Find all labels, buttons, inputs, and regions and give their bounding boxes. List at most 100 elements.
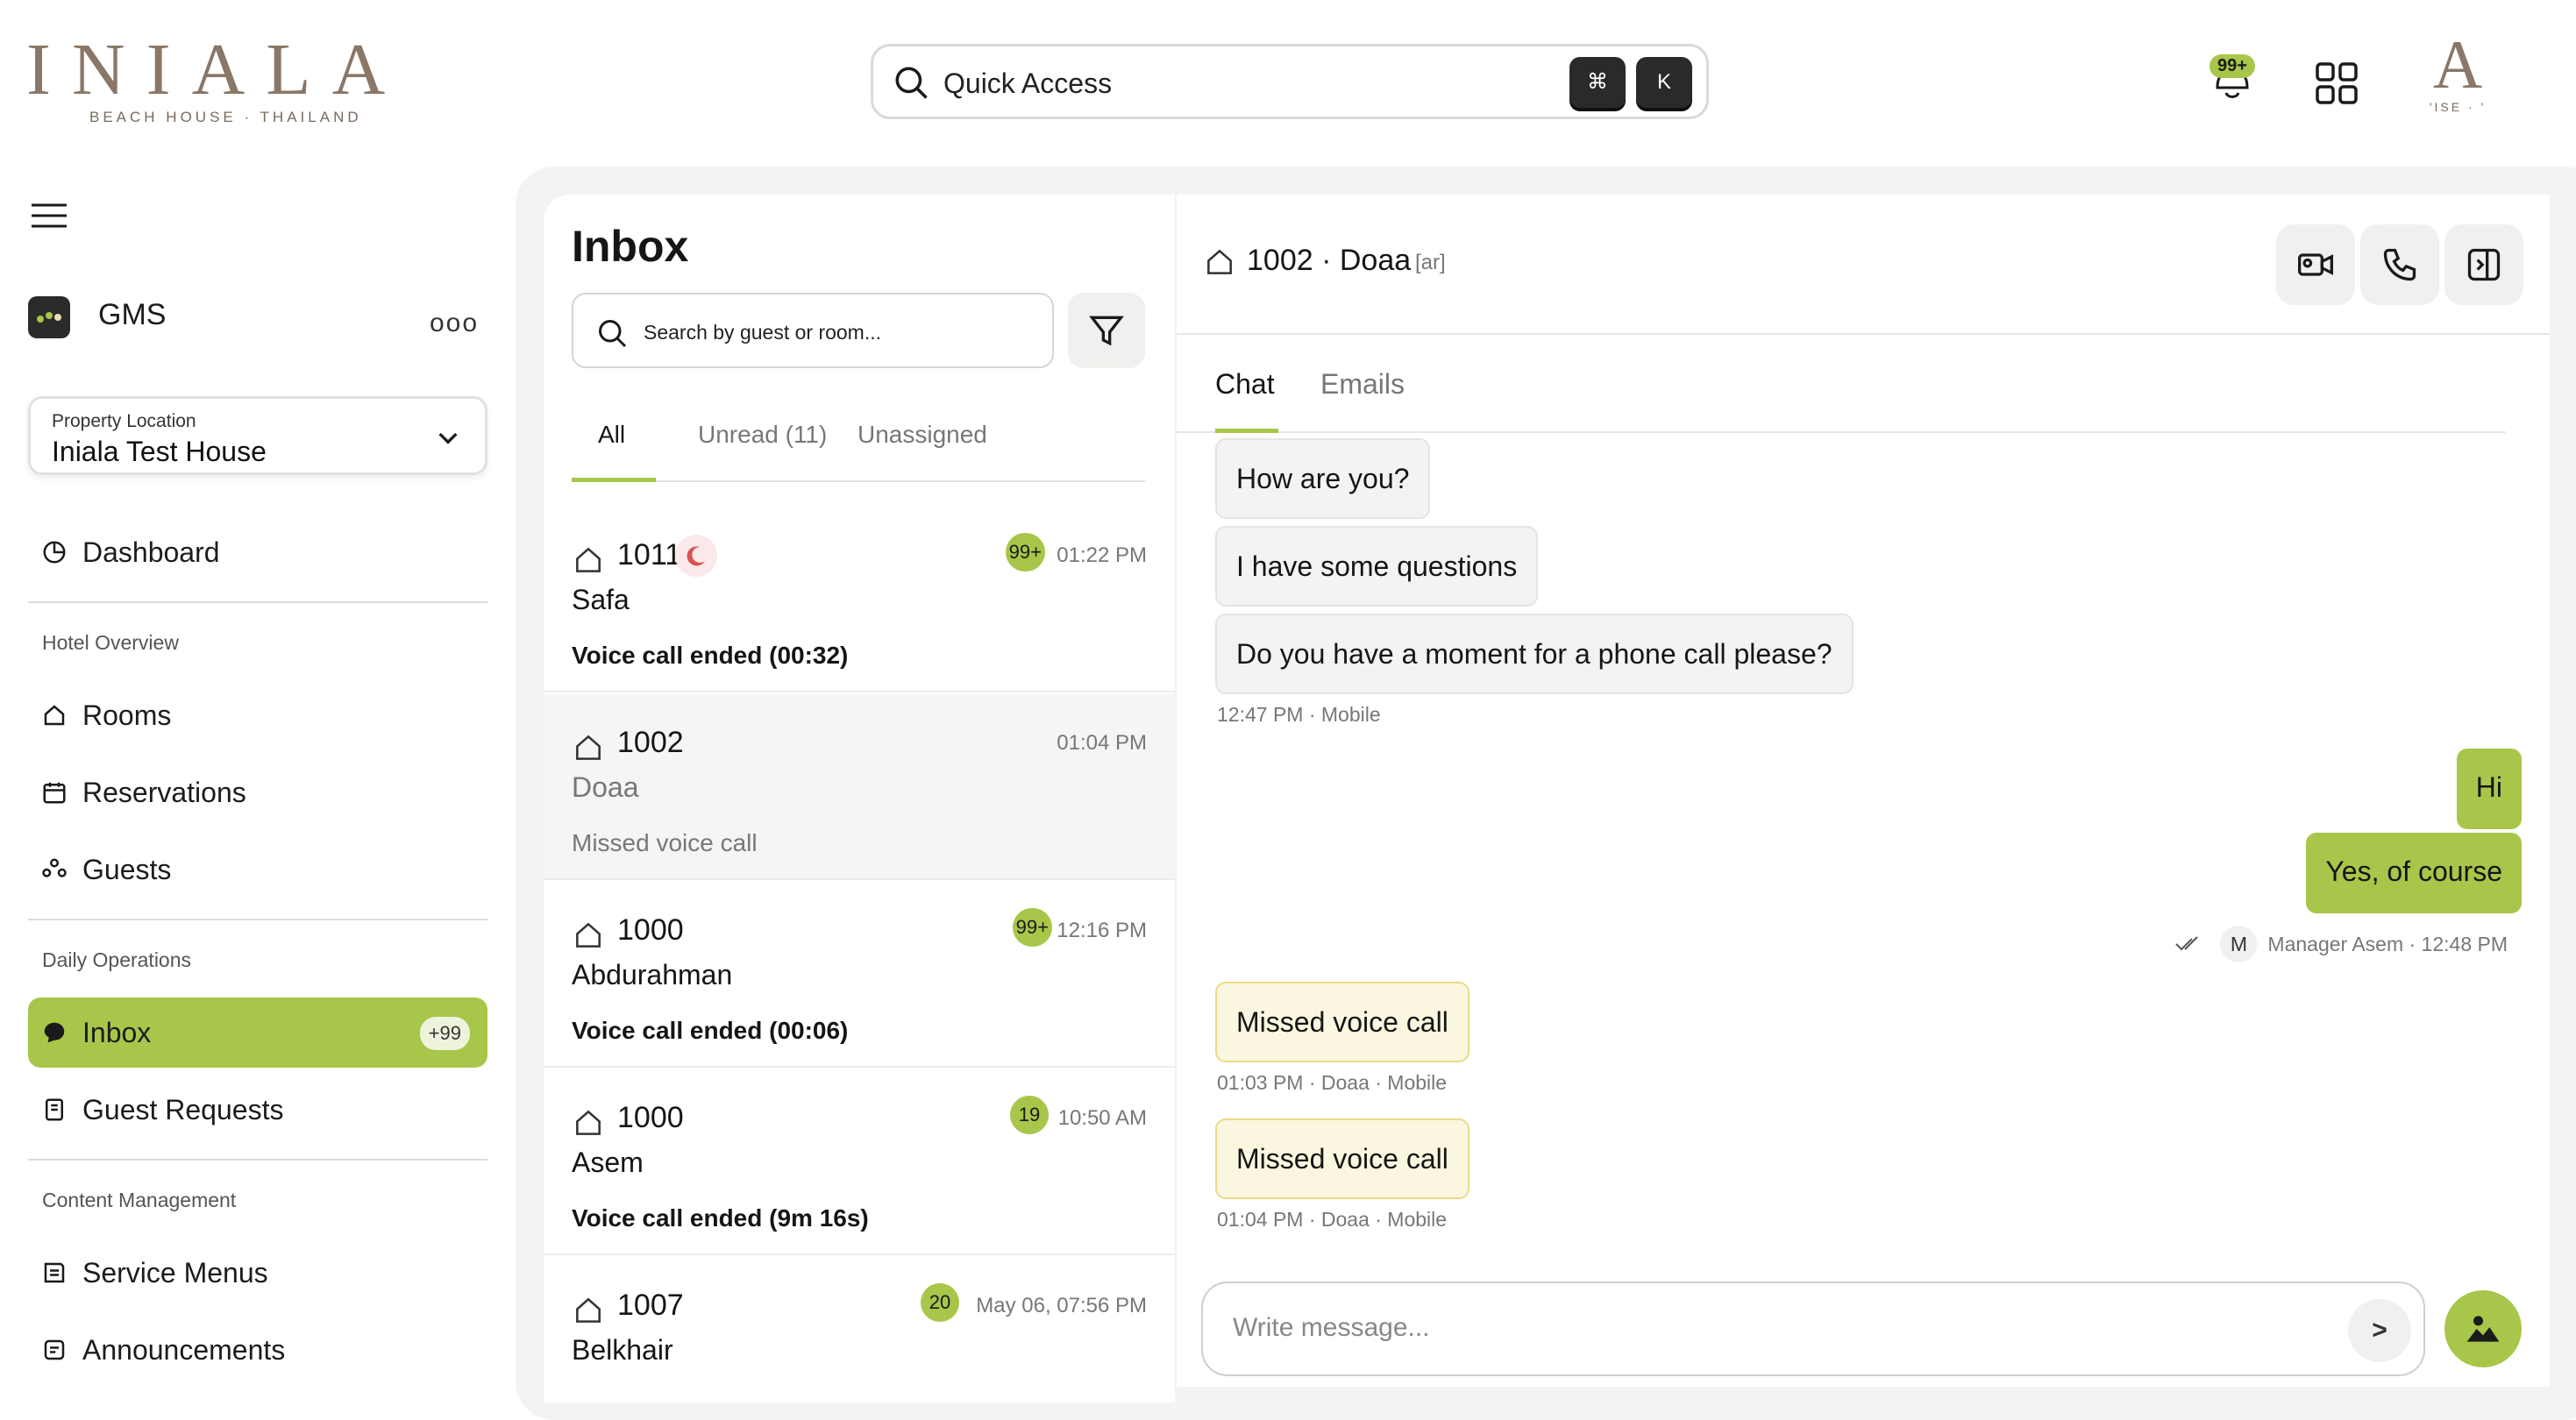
brand-logo-text: INIALA — [26, 29, 407, 110]
conversation-item-selected[interactable]: 1002 01:04 PM Doaa Missed voice call — [544, 694, 1175, 880]
conversation-guest: Safa — [572, 584, 630, 615]
conversation-time: 12:16 PM — [1057, 919, 1147, 942]
toggle-details-panel-button[interactable] — [2444, 224, 2523, 305]
message-meta: 01:04 PM · Doaa · Mobile — [1217, 1208, 1448, 1231]
house-icon — [1203, 245, 1236, 279]
section-daily-operations: Daily Operations — [42, 948, 192, 971]
sidebar-item-label: Guest Requests — [82, 1093, 284, 1125]
apps-grid-button[interactable] — [2315, 61, 2359, 105]
brand-logo-subtitle: BEACH HOUSE · THAILAND — [89, 109, 362, 125]
tab-unread[interactable]: Unread (11) — [698, 421, 827, 449]
more-options-button[interactable]: ooo — [430, 309, 479, 338]
sidebar-item-label: Dashboard — [82, 536, 220, 568]
sidebar-item-label: Service Menus — [82, 1256, 268, 1289]
unread-badge: 20 — [921, 1283, 959, 1322]
sidebar-item-label: Guests — [82, 853, 172, 885]
sidebar-item-rooms[interactable]: Rooms — [28, 680, 487, 750]
side-panel-icon — [2467, 248, 2501, 281]
sidebar-item-label: Inbox — [82, 1016, 152, 1048]
conversation-guest: Belkhair — [572, 1334, 673, 1366]
chat-room: 1002 — [1247, 244, 1313, 277]
sidebar-item-label: Announcements — [82, 1333, 286, 1366]
tab-unassigned[interactable]: Unassigned — [857, 421, 987, 449]
phone-icon — [2383, 248, 2416, 281]
gms-logo — [28, 296, 70, 338]
message-missed-call: Missed voice call — [1215, 1118, 1469, 1199]
conversation-item[interactable]: 1011 99+ 01:22 PM Safa Voice call ended … — [544, 507, 1175, 692]
filter-icon — [1089, 316, 1124, 346]
house-icon — [572, 919, 605, 952]
quick-access-search[interactable]: Quick Access ⌘ K — [871, 44, 1709, 119]
attach-media-button[interactable] — [2444, 1290, 2522, 1367]
message-input[interactable]: Write message... > — [1201, 1282, 2425, 1376]
conversation-item[interactable]: 1000 99+ 12:16 PM Abdurahman Voice call … — [544, 882, 1175, 1068]
active-tab-indicator — [1215, 429, 1278, 433]
sidebar-item-label: Rooms — [82, 699, 172, 731]
search-icon — [893, 64, 929, 101]
property-location-value: Iniala Test House — [52, 436, 267, 467]
video-icon — [2298, 253, 2333, 276]
conversation-time: 01:04 PM — [1057, 731, 1147, 755]
divider — [28, 601, 487, 603]
sidebar-item-service-menus[interactable]: Service Menus — [28, 1238, 487, 1308]
message-outgoing: Hi — [2456, 749, 2522, 829]
house-icon — [572, 1294, 605, 1327]
mini-logo: A — [2432, 26, 2483, 103]
conversation-last-message: Voice call ended (00:32) — [572, 642, 849, 669]
do-not-disturb-icon — [675, 535, 717, 577]
hamburger-icon — [32, 203, 67, 228]
send-button[interactable]: > — [2348, 1299, 2411, 1362]
gms-logo-icon — [37, 312, 61, 323]
tab-chat[interactable]: Chat — [1215, 368, 1275, 401]
active-tab-indicator — [572, 478, 656, 482]
conversation-time: 01:22 PM — [1057, 543, 1147, 567]
message-placeholder: Write message... — [1233, 1313, 1430, 1342]
conversation-room: 1000 — [617, 913, 684, 947]
sidebar-item-dashboard[interactable]: Dashboard — [28, 517, 487, 587]
conversation-item[interactable]: 1000 19 10:50 AM Asem Voice call ended (… — [544, 1069, 1175, 1255]
chat-title: 1002 · Doaa — [1247, 244, 1411, 278]
property-location-caption: Property Location — [52, 411, 196, 431]
sidebar-item-reservations[interactable]: Reservations — [28, 757, 487, 827]
sidebar-item-guests[interactable]: Guests — [28, 834, 487, 905]
command-key: ⌘ — [1569, 57, 1626, 108]
user-property-avatar[interactable]: A 'ISE · ' — [2418, 30, 2497, 126]
menu-toggle-button[interactable] — [32, 202, 67, 230]
inbox-search-input[interactable]: Search by guest or room... — [572, 293, 1054, 368]
brand-logo[interactable]: INIALA BEACH HOUSE · THAILAND — [26, 33, 395, 130]
house-icon — [572, 1106, 605, 1140]
conversation-last-message: Missed voice call — [572, 829, 758, 856]
pie-chart-icon — [40, 539, 68, 565]
property-location-select[interactable]: Property Location Iniala Test House — [28, 396, 487, 475]
menu-book-icon — [40, 1260, 68, 1286]
users-icon — [40, 856, 68, 883]
megaphone-icon — [40, 1337, 68, 1363]
conversation-room: 1002 — [617, 726, 684, 759]
filter-button[interactable] — [1068, 293, 1145, 368]
sidebar-item-guest-requests[interactable]: Guest Requests — [28, 1075, 487, 1145]
voice-call-button[interactable] — [2360, 224, 2439, 305]
divider — [28, 1159, 487, 1161]
video-call-button[interactable] — [2276, 224, 2355, 305]
sidebar-item-announcements[interactable]: Announcements — [28, 1315, 487, 1385]
image-icon — [2466, 1316, 2500, 1342]
page-title: Inbox — [572, 222, 689, 271]
k-key: K — [1636, 57, 1692, 108]
sidebar-item-inbox[interactable]: Inbox +99 — [28, 998, 487, 1068]
conversation-time: May 06, 07:56 PM — [976, 1294, 1147, 1317]
house-icon — [572, 543, 605, 577]
mini-logo-subtitle: 'ISE · ' — [2429, 100, 2487, 114]
unread-badge: 99+ — [1012, 908, 1052, 947]
double-check-icon — [2174, 935, 2204, 953]
message-outgoing: Yes, of course — [2306, 833, 2522, 913]
inbox-count-badge: +99 — [419, 1017, 470, 1050]
tab-emails[interactable]: Emails — [1320, 368, 1405, 401]
tab-all[interactable]: All — [598, 421, 625, 449]
quick-access-label: Quick Access — [943, 67, 1113, 99]
conversation-item[interactable]: 1007 20 May 06, 07:56 PM Belkhair — [544, 1257, 1175, 1402]
section-hotel-overview: Hotel Overview — [42, 631, 179, 654]
conversation-guest: Asem — [572, 1147, 644, 1178]
conversation-guest: Abdurahman — [572, 959, 733, 990]
conversation-room: 1011 — [617, 538, 682, 572]
sender-meta: Manager Asem · 12:48 PM — [2267, 932, 2508, 955]
